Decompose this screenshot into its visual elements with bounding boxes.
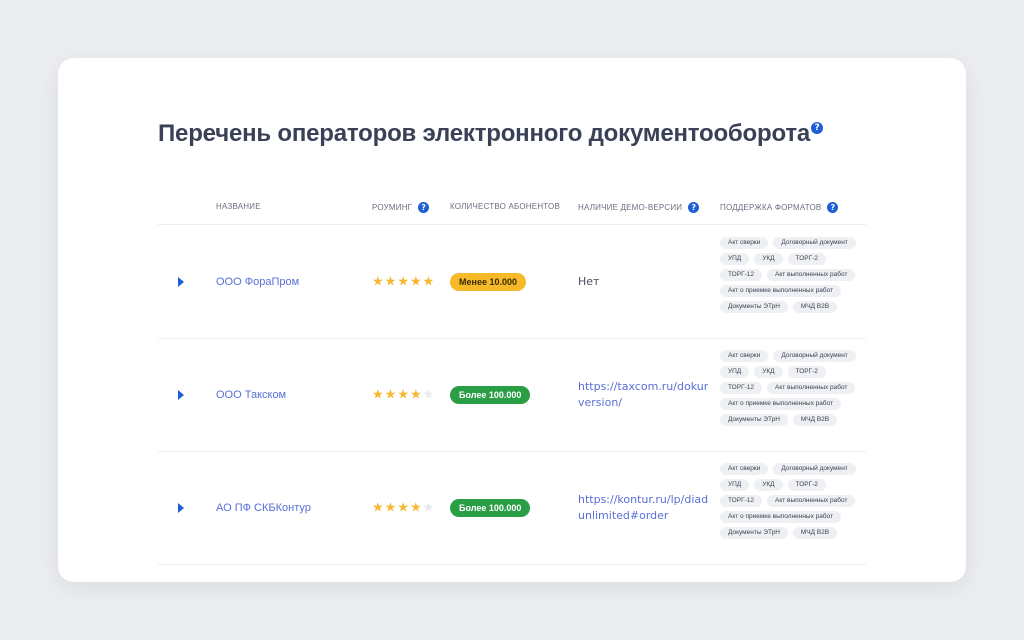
- format-tag: Акт сверки: [720, 463, 769, 475]
- format-tag: ТОРГ-12: [720, 269, 762, 281]
- column-header-demo-label: Наличие демо-версии: [578, 203, 683, 212]
- caret-right-icon[interactable]: [178, 389, 184, 400]
- format-tags: Акт сверки Договорный документ УПД УКД ТОРГ-…: [720, 463, 860, 539]
- format-tag: МЧД B2B: [792, 527, 838, 539]
- format-tag: УПД: [720, 253, 750, 265]
- subscribers-badge: Менее 10.000: [450, 272, 526, 291]
- demo-line: https://taxcom.ru/dokun: [578, 379, 708, 393]
- format-tag: ТОРГ-12: [720, 382, 762, 394]
- format-tag: Акт о приемке выполненных работ: [720, 285, 842, 297]
- column-header-formats-label: Поддержка форматов: [720, 203, 822, 212]
- star-icon: ★: [422, 274, 435, 289]
- demo-line: https://kontur.ru/lp/diad: [578, 492, 708, 506]
- star-icon: ★: [422, 387, 435, 402]
- rating-stars: ★ ★ ★ ★ ★: [372, 501, 434, 514]
- format-tag: Договорный документ: [773, 350, 856, 362]
- format-tag: УКД: [754, 253, 783, 265]
- operator-name-link[interactable]: ООО ФораПром: [216, 276, 299, 288]
- table-header: Название Роуминг ? Количество абонентов …: [158, 194, 866, 225]
- star-icon: ★: [397, 387, 409, 402]
- column-header-subscribers: Количество абонентов: [450, 202, 560, 211]
- format-tag: Акт сверки: [720, 350, 769, 362]
- column-header-subscribers-label: Количество абонентов: [450, 202, 560, 211]
- operators-card: Перечень операторов электронного докумен…: [58, 58, 966, 582]
- subscribers-badge: Более 100.000: [450, 498, 531, 517]
- operator-name-link[interactable]: ООО Такском: [216, 389, 286, 401]
- rating-stars: ★ ★ ★ ★ ★: [372, 388, 434, 401]
- star-icon: ★: [409, 274, 422, 289]
- question-circle-icon[interactable]: ?: [811, 122, 824, 134]
- demo-line: unlimited#order: [578, 508, 669, 522]
- caret-right-icon[interactable]: [178, 502, 184, 513]
- format-tag: УПД: [720, 479, 750, 491]
- format-tag: Акт о приемке выполненных работ: [720, 511, 842, 523]
- format-tag: Документы ЭТрН: [720, 527, 788, 539]
- page-title-text: Перечень операторов электронного докумен…: [158, 120, 811, 147]
- rating-stars: ★ ★ ★ ★ ★: [372, 275, 434, 288]
- demo-link[interactable]: https://kontur.ru/lp/diad unlimited#order: [578, 492, 708, 524]
- star-icon: ★: [372, 274, 384, 289]
- formats-cell: Акт сверки Договорный документ УПД УКД ТОРГ-…: [720, 463, 860, 559]
- question-circle-icon[interactable]: ?: [418, 202, 430, 213]
- star-icon: ★: [409, 387, 422, 402]
- subscribers-badge: Более 100.000: [450, 385, 531, 404]
- format-tag: УКД: [754, 366, 783, 378]
- format-tags: Акт сверки Договорный документ УПД УКД ТОРГ-…: [720, 237, 860, 313]
- star-icon: ★: [384, 274, 397, 289]
- column-header-demo: Наличие демо-версии ?: [578, 202, 700, 213]
- format-tag: Документы ЭТрН: [720, 301, 788, 313]
- format-tag: Договорный документ: [773, 463, 856, 475]
- format-tag: ТОРГ-12: [720, 495, 762, 507]
- demo-value: Нет: [578, 274, 708, 290]
- format-tag: УПД: [720, 366, 750, 378]
- format-tag: МЧД B2B: [792, 301, 838, 313]
- star-icon: ★: [384, 500, 397, 515]
- demo-line: version/: [578, 395, 622, 409]
- star-icon: ★: [372, 500, 384, 515]
- question-circle-icon[interactable]: ?: [827, 202, 839, 213]
- format-tag: ТОРГ-2: [787, 366, 826, 378]
- demo-link[interactable]: https://taxcom.ru/dokun version/: [578, 379, 708, 411]
- star-icon: ★: [409, 500, 422, 515]
- format-tag: Акт выполненных работ: [766, 495, 856, 507]
- operator-name-link[interactable]: АО ПФ СКБКонтур: [216, 502, 311, 514]
- format-tag: ТОРГ-2: [787, 253, 826, 265]
- column-header-roaming: Роуминг ?: [372, 202, 430, 213]
- question-circle-icon[interactable]: ?: [688, 202, 700, 213]
- format-tag: Договорный документ: [773, 237, 856, 249]
- format-tag: Акт о приемке выполненных работ: [720, 398, 842, 410]
- column-header-name-label: Название: [216, 202, 261, 211]
- format-tag: Акт выполненных работ: [766, 382, 856, 394]
- star-icon: ★: [397, 500, 409, 515]
- column-header-name: Название: [216, 202, 261, 211]
- demo-line: Нет: [578, 274, 600, 288]
- format-tag: УКД: [754, 479, 783, 491]
- page-title: Перечень операторов электронного докумен…: [158, 120, 824, 148]
- column-header-roaming-label: Роуминг: [372, 203, 413, 212]
- table-row: АО ПФ СКБКонтур ★ ★ ★ ★ ★ Более 100.000 https:/…: [158, 451, 866, 565]
- format-tag: ТОРГ-2: [787, 479, 826, 491]
- format-tag: Акт выполненных работ: [766, 269, 856, 281]
- caret-right-icon[interactable]: [178, 276, 184, 287]
- column-header-formats: Поддержка форматов ?: [720, 202, 839, 213]
- formats-cell: Акт сверки Договорный документ УПД УКД ТОРГ-…: [720, 237, 860, 333]
- format-tags: Акт сверки Договорный документ УПД УКД ТОРГ-…: [720, 350, 860, 426]
- table-row: ООО Такском ★ ★ ★ ★ ★ Более 100.000 https://tax…: [158, 338, 866, 452]
- table-row: ООО ФораПром ★ ★ ★ ★ ★ Менее 10.000 Нет Акт свер…: [158, 225, 866, 339]
- star-icon: ★: [422, 500, 435, 515]
- format-tag: МЧД B2B: [792, 414, 838, 426]
- star-icon: ★: [397, 274, 409, 289]
- star-icon: ★: [384, 387, 397, 402]
- format-tag: Документы ЭТрН: [720, 414, 788, 426]
- formats-cell: Акт сверки Договорный документ УПД УКД ТОРГ-…: [720, 350, 860, 446]
- star-icon: ★: [372, 387, 384, 402]
- format-tag: Акт сверки: [720, 237, 769, 249]
